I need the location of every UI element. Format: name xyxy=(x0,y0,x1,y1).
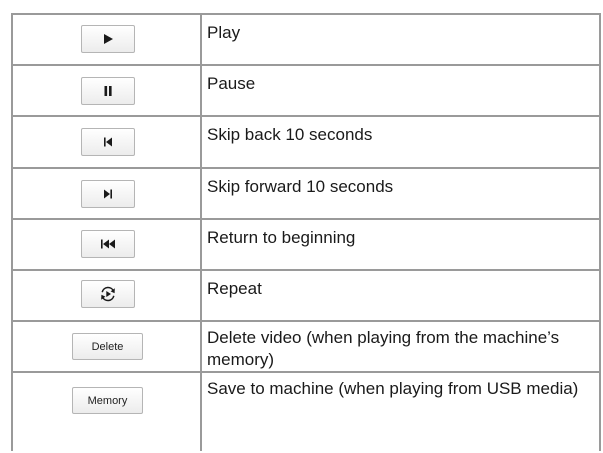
table-row: Delete Delete video (when playing from t… xyxy=(11,322,601,371)
button-cell: Delete xyxy=(13,322,201,371)
memory-button[interactable]: Memory xyxy=(72,387,143,414)
table-row: Skip forward 10 seconds xyxy=(11,169,601,218)
return-to-beginning-button[interactable] xyxy=(81,230,135,258)
description: Save to machine (when playing from USB m… xyxy=(207,379,579,398)
table-row: Repeat xyxy=(11,271,601,320)
delete-button[interactable]: Delete xyxy=(72,333,143,360)
description: Return to beginning xyxy=(207,228,356,247)
button-cell: Memory xyxy=(13,373,201,451)
skip-back-button[interactable] xyxy=(81,128,135,156)
pause-icon xyxy=(104,86,112,96)
repeat-icon xyxy=(101,286,115,302)
play-icon xyxy=(104,34,113,44)
description: Delete video (when playing from the mach… xyxy=(207,328,560,369)
controls-table: Play Pause Skip back 10 seconds Skip for… xyxy=(11,13,601,451)
description: Skip back 10 seconds xyxy=(207,125,373,144)
description: Pause xyxy=(207,74,256,93)
skip-back-icon xyxy=(104,137,112,147)
table-row: Play xyxy=(11,15,601,64)
table-row: Pause xyxy=(11,66,601,115)
description: Play xyxy=(207,23,241,42)
play-button[interactable] xyxy=(81,25,135,53)
table-row: Memory Save to machine (when playing fro… xyxy=(11,373,601,451)
button-cell xyxy=(13,169,201,218)
return-to-beginning-icon xyxy=(101,239,115,249)
button-cell xyxy=(13,15,201,64)
repeat-button[interactable] xyxy=(81,280,135,308)
table-row: Skip back 10 seconds xyxy=(11,117,601,167)
description: Repeat xyxy=(207,279,262,298)
button-cell xyxy=(13,271,201,320)
skip-forward-icon xyxy=(104,189,112,199)
pause-button[interactable] xyxy=(81,77,135,105)
button-cell xyxy=(13,220,201,269)
description: Skip forward 10 seconds xyxy=(207,177,394,196)
button-cell xyxy=(13,117,201,167)
button-cell xyxy=(13,66,201,115)
table-row: Return to beginning xyxy=(11,220,601,269)
skip-forward-button[interactable] xyxy=(81,180,135,208)
